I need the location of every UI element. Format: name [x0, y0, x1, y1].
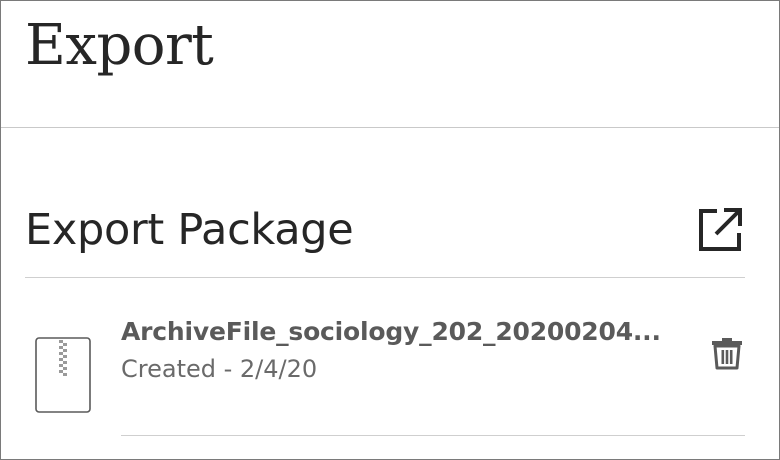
- export-panel: Export Export Package ArchiveFile_sociol…: [0, 0, 780, 460]
- page-header: Export: [1, 1, 779, 128]
- page-title: Export: [25, 13, 214, 78]
- section-title: Export Package: [25, 205, 354, 255]
- row-divider: [121, 435, 745, 436]
- export-package-header: Export Package: [25, 197, 745, 278]
- zip-file-icon: [35, 337, 91, 413]
- package-file-link[interactable]: ArchiveFile_sociology_202_20200204...: [121, 315, 701, 349]
- delete-package-button[interactable]: [709, 335, 745, 371]
- open-in-new-icon: [699, 208, 742, 251]
- export-package-button[interactable]: [695, 205, 745, 255]
- trash-icon: [712, 338, 742, 370]
- package-list-item: ArchiveFile_sociology_202_20200204... Cr…: [25, 279, 745, 436]
- package-created-date: Created - 2/4/20: [121, 355, 318, 383]
- package-details: ArchiveFile_sociology_202_20200204... Cr…: [121, 315, 701, 435]
